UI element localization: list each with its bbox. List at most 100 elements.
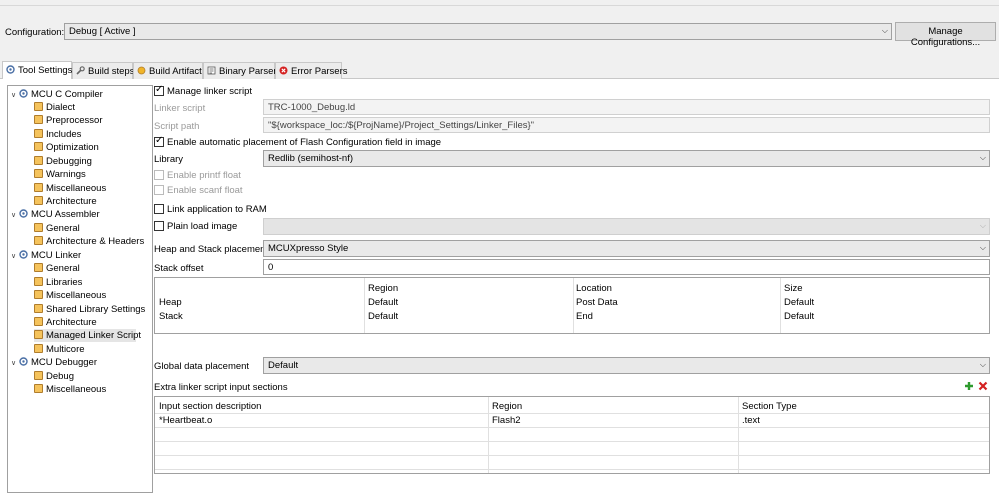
tree-item-miscellaneous[interactable]: Miscellaneous: [34, 289, 106, 302]
chevron-down-icon: ⌵: [979, 360, 986, 369]
option-icon: [34, 330, 43, 339]
row-divider: [155, 427, 989, 428]
global-data-value: Default: [268, 360, 299, 371]
column-header: Region: [492, 401, 523, 412]
row-divider: [155, 441, 989, 442]
global-data-select[interactable]: Default ⌵: [263, 357, 990, 374]
tree-group-mcu-c-compiler[interactable]: ∨ MCU C Compiler: [11, 88, 103, 101]
chevron-down-icon: ⌵: [979, 153, 986, 162]
chevron-down-icon: ⌵: [979, 243, 986, 252]
extra-sections-label: Extra linker script input sections: [154, 382, 288, 393]
row-divider: [155, 469, 989, 470]
heap-stack-label: Heap and Stack placement: [154, 244, 269, 255]
table-row[interactable]: Heap Default Post Data Default: [155, 296, 989, 310]
option-icon: [34, 142, 43, 151]
tree-item-multicore[interactable]: Multicore: [34, 343, 85, 356]
column-header: Region: [368, 283, 399, 294]
tree-item-miscellaneous[interactable]: Miscellaneous: [34, 383, 106, 396]
checkbox-checked-icon: [154, 135, 164, 147]
tab-binary-parsers[interactable]: Binary Parsers: [203, 62, 281, 79]
option-icon: [34, 129, 43, 138]
tree-item-dialect[interactable]: Dialect: [34, 101, 75, 114]
heap-stack-value: MCUXpresso Style: [268, 243, 349, 254]
column-header: Section Type: [742, 401, 797, 412]
script-path-label: Script path: [154, 121, 200, 132]
tree-item-general[interactable]: General: [34, 222, 80, 235]
option-icon: [34, 304, 43, 313]
row-divider: [155, 455, 989, 456]
chevron-down-icon: ∨: [11, 360, 17, 367]
tree-item-miscellaneous[interactable]: Miscellaneous: [34, 182, 106, 195]
chevron-down-icon: ∨: [11, 92, 17, 99]
checkbox-unchecked-icon: [154, 170, 164, 180]
column-header: Size: [784, 283, 803, 294]
chevron-down-icon: ∨: [11, 212, 17, 219]
chevron-down-icon: ⌵: [881, 26, 888, 35]
global-data-label: Global data placement: [154, 361, 250, 372]
tree-group-mcu-assembler[interactable]: ∨ MCU Assembler: [11, 208, 100, 221]
remove-icon[interactable]: [978, 381, 988, 391]
tree-group-mcu-linker[interactable]: ∨ MCU Linker: [11, 249, 81, 262]
input-sections-table[interactable]: Input section description Region Section…: [154, 396, 990, 474]
table-row[interactable]: *Heartbeat.o Flash2 .text: [155, 414, 989, 427]
option-icon: [34, 384, 43, 393]
tree-item-architecture[interactable]: Architecture: [34, 195, 97, 208]
tree-item-managed-linker-script[interactable]: Managed Linker Script: [34, 329, 141, 342]
tool-icon: [19, 250, 28, 259]
plain-load-image-checkbox[interactable]: Plain load image: [154, 221, 237, 232]
manage-configurations-button[interactable]: Manage Configurations...: [895, 22, 996, 48]
tree-item-preprocessor[interactable]: Preprocessor: [34, 114, 103, 127]
tree-item-includes[interactable]: Includes: [34, 128, 81, 141]
option-icon: [34, 290, 43, 299]
tree-item-architecture[interactable]: Architecture: [34, 316, 97, 329]
settings-tree[interactable]: ∨ MCU C Compiler Dialect Preprocessor Inc…: [7, 85, 153, 493]
checkbox-unchecked-icon: [154, 221, 164, 231]
tree-item-debug[interactable]: Debug: [34, 370, 74, 383]
binary-icon: [207, 66, 216, 75]
chevron-down-icon: ∨: [11, 253, 17, 260]
tab-build-artifact[interactable]: Build Artifact: [133, 62, 203, 79]
tab-tool-settings[interactable]: Tool Settings: [2, 61, 72, 79]
configuration-select[interactable]: Debug [ Active ] ⌵: [64, 23, 892, 40]
table-row[interactable]: Stack Default End Default: [155, 310, 989, 324]
linker-script-field: TRC-1000_Debug.ld: [263, 99, 990, 115]
tree-item-optimization[interactable]: Optimization: [34, 141, 99, 154]
option-icon: [34, 277, 43, 286]
tree-item-debugging[interactable]: Debugging: [34, 155, 92, 168]
heap-stack-table[interactable]: Region Location Size Heap Default Post D…: [154, 277, 990, 334]
option-icon: [34, 102, 43, 111]
tab-error-parsers[interactable]: Error Parsers: [275, 62, 347, 79]
library-select[interactable]: Redlib (semihost-nf) ⌵: [263, 150, 990, 167]
column-divider: [488, 397, 489, 473]
option-icon: [34, 156, 43, 165]
tree-group-mcu-debugger[interactable]: ∨ MCU Debugger: [11, 356, 97, 369]
stack-offset-input[interactable]: 0: [263, 259, 990, 275]
option-icon: [34, 344, 43, 353]
link-to-ram-checkbox[interactable]: Link application to RAM: [154, 204, 267, 215]
option-icon: [34, 196, 43, 205]
tree-item-libraries[interactable]: Libraries: [34, 276, 82, 289]
gear-artifact-icon: [137, 66, 146, 75]
tree-item-warnings[interactable]: Warnings: [34, 168, 86, 181]
heap-stack-select[interactable]: MCUXpresso Style ⌵: [263, 240, 990, 257]
tree-item-general[interactable]: General: [34, 262, 80, 275]
top-strip: [0, 0, 999, 6]
option-icon: [34, 371, 43, 380]
tool-icon: [19, 209, 28, 218]
script-path-field: "${workspace_loc:/${ProjName}/Project_Se…: [263, 117, 990, 133]
checkbox-unchecked-icon: [154, 185, 164, 195]
tree-item-shared-library-settings[interactable]: Shared Library Settings: [34, 303, 145, 316]
tab-build-steps[interactable]: Build steps: [72, 62, 134, 79]
option-icon: [34, 263, 43, 272]
manage-linker-script-checkbox[interactable]: Manage linker script: [154, 84, 252, 97]
add-icon[interactable]: [964, 381, 974, 391]
checkbox-unchecked-icon: [154, 204, 164, 214]
option-icon: [34, 223, 43, 232]
enable-auto-placement-checkbox[interactable]: Enable automatic placement of Flash Conf…: [154, 135, 441, 148]
option-icon: [34, 169, 43, 178]
option-icon: [34, 115, 43, 124]
checkbox-checked-icon: [154, 84, 164, 96]
library-label: Library: [154, 154, 184, 165]
configuration-label: Configuration:: [5, 27, 65, 38]
tree-item-architecture-headers[interactable]: Architecture & Headers: [34, 235, 144, 248]
